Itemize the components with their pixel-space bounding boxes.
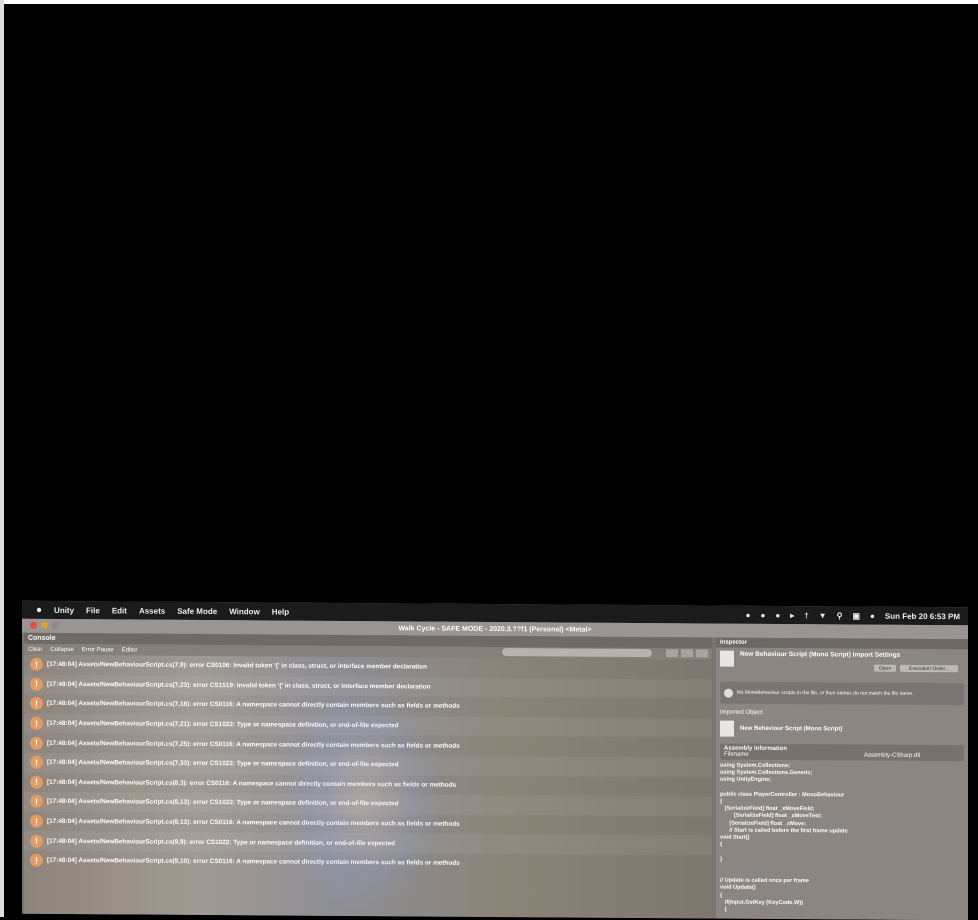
menu-assets[interactable]: Assets — [139, 606, 165, 615]
error-icon: ! — [30, 677, 43, 691]
search-icon[interactable]: ⚲ — [837, 611, 843, 620]
error-icon: ! — [30, 853, 43, 868]
script-preview: using System.Collections; using System.C… — [720, 762, 848, 913]
error-icon: ! — [30, 795, 43, 809]
frame-left-edge — [0, 0, 4, 917]
window-controls — [30, 621, 59, 629]
close-window-button[interactable] — [30, 621, 37, 629]
error-icon: ! — [30, 775, 43, 789]
error-icon: ! — [30, 814, 43, 828]
wifi-icon[interactable]: ▼ — [819, 611, 827, 620]
status-icon[interactable]: ● — [775, 610, 780, 619]
console-panel: Console Clear Collapse Error Pause Edito… — [24, 632, 712, 919]
error-icon: ! — [30, 736, 43, 750]
execution-order-button[interactable]: Execution Order... — [900, 664, 958, 673]
error-pause-button[interactable]: Error Pause — [82, 647, 114, 653]
execution-order-label: Execution Order... — [908, 665, 950, 672]
error-icon: ! — [30, 756, 43, 770]
open-button-label: Open — [878, 665, 892, 672]
inspector-panel: Inspector New Behaviour Script (Mono Scr… — [716, 637, 968, 920]
console-search-input[interactable] — [502, 648, 652, 658]
inspector-tab-label: Inspector — [720, 639, 748, 646]
error-count-toggle[interactable] — [696, 649, 708, 658]
siri-icon[interactable]: ● — [870, 611, 875, 620]
imported-object-title: New Behaviour Script (Mono Script) — [740, 725, 843, 733]
status-icon[interactable]: ● — [761, 610, 766, 619]
menu-edit[interactable]: Edit — [112, 606, 127, 615]
status-icon[interactable]: ● — [746, 610, 751, 619]
console-counters — [666, 649, 708, 658]
log-count-toggle[interactable] — [666, 649, 678, 658]
open-button[interactable]: Open — [874, 664, 896, 672]
filename-row: Filename Assembly-CSharp.dll — [724, 752, 960, 760]
minimize-window-button[interactable] — [41, 621, 48, 629]
script-file-icon — [720, 720, 734, 737]
info-box: No MonoBehaviour scripts in the file, or… — [720, 681, 964, 706]
error-icon: ! — [30, 658, 43, 672]
error-icon: ! — [30, 697, 43, 711]
log-row[interactable]: ! [17:48:04] Assets/NewBehaviourScript.cs… — [24, 851, 712, 875]
log-text: [17:48:04] Assets/NewBehaviourScript.cs(… — [47, 661, 427, 671]
info-icon — [724, 688, 733, 698]
status-area: ● ● ● ▸ † ▼ ⚲ ▣ ● Sun Feb 20 6:53 PM — [746, 606, 960, 625]
imported-object-row: New Behaviour Script (Mono Script) — [716, 718, 968, 742]
window-title: Walk Cycle - SAFE MODE - 2020.3.??f1 (Pe… — [398, 624, 592, 634]
apple-icon[interactable]: ● — [36, 604, 42, 615]
laptop-screen: ● Unity File Edit Assets Safe Mode Windo… — [22, 600, 968, 920]
log-text: [17:48:04] Assets/NewBehaviourScript.cs(… — [47, 719, 399, 730]
menu-safe-mode[interactable]: Safe Mode — [177, 606, 217, 615]
log-text: [17:48:04] Assets/NewBehaviourScript.cs(… — [47, 680, 431, 691]
menu-help[interactable]: Help — [272, 607, 289, 616]
zoom-window-button[interactable] — [52, 621, 59, 629]
log-text: [17:48:04] Assets/NewBehaviourScript.cs(… — [47, 739, 460, 750]
warning-count-toggle[interactable] — [681, 649, 693, 658]
assembly-information: Assembly Information Filename Assembly-C… — [720, 743, 964, 762]
filename-value: Assembly-CSharp.dll — [863, 752, 920, 759]
editor-dropdown[interactable]: Editor — [122, 647, 138, 653]
clock[interactable]: Sun Feb 20 6:53 PM — [885, 611, 960, 621]
bluetooth-icon[interactable]: † — [804, 611, 808, 620]
console-tab-label: Console — [28, 634, 56, 642]
console-log-list: ! [17:48:04] Assets/NewBehaviourScript.cs… — [24, 655, 712, 875]
control-center-icon[interactable]: ▣ — [852, 611, 860, 620]
frame-top-edge — [0, 0, 978, 4]
menu-unity[interactable]: Unity — [54, 605, 74, 614]
menu-window[interactable]: Window — [229, 607, 260, 616]
log-text: [17:48:04] Assets/NewBehaviourScript.cs(… — [47, 778, 457, 789]
clear-button[interactable]: Clear — [28, 646, 42, 652]
log-text: [17:48:04] Assets/NewBehaviourScript.cs(… — [47, 700, 460, 711]
log-text: [17:48:04] Assets/NewBehaviourScript.cs(… — [47, 798, 399, 808]
menu-file[interactable]: File — [86, 606, 100, 615]
error-icon: ! — [30, 716, 43, 730]
collapse-button[interactable]: Collapse — [50, 646, 73, 652]
inspector-title: New Behaviour Script (Mono Script) Impor… — [740, 650, 901, 659]
log-text: [17:48:04] Assets/NewBehaviourScript.cs(… — [47, 837, 396, 847]
volume-icon[interactable]: ▸ — [790, 611, 794, 620]
inspector-header: New Behaviour Script (Mono Script) Impor… — [716, 648, 968, 682]
log-text: [17:48:04] Assets/NewBehaviourScript.cs(… — [47, 857, 460, 867]
error-icon: ! — [30, 834, 43, 848]
filename-label: Filename — [724, 751, 749, 758]
log-text: [17:48:04] Assets/NewBehaviourScript.cs(… — [47, 817, 460, 828]
info-text: No MonoBehaviour scripts in the file, or… — [737, 689, 914, 697]
script-file-icon — [720, 650, 734, 667]
log-text: [17:48:04] Assets/NewBehaviourScript.cs(… — [47, 759, 399, 769]
